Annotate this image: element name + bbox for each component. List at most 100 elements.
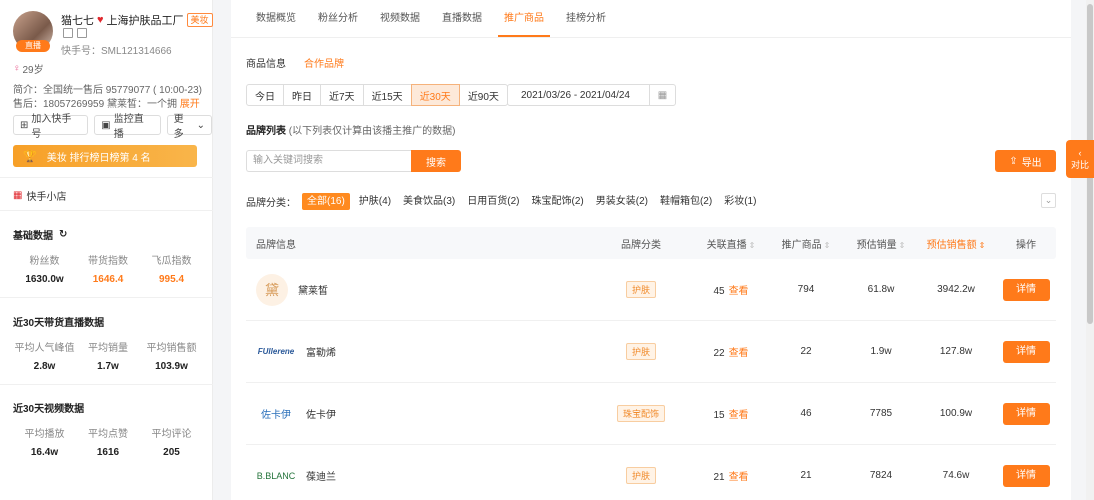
sort-icon: ⇕ <box>823 240 831 250</box>
detail-button[interactable]: 详情 <box>1002 402 1050 425</box>
view-link[interactable]: 查看 <box>729 410 749 421</box>
chevron-down-icon: ⌄ <box>196 119 206 131</box>
tab-live[interactable]: 直播数据 <box>432 0 492 37</box>
brand-cell: FUllerene 富勒烯 <box>246 336 586 368</box>
date-30d[interactable]: 近30天 <box>410 84 460 106</box>
stat-label: 带货指数 <box>88 256 128 267</box>
live30-title: 近30天带货直播数据 <box>13 318 105 329</box>
tab-video[interactable]: 视频数据 <box>370 0 430 37</box>
basic-stats: 粉丝数 1630.0w 带货指数 1646.4 飞瓜指数 995.4 <box>13 252 203 285</box>
more-label: 更多 <box>173 114 184 140</box>
stat-peak: 平均人气峰值 2.8w <box>13 339 76 372</box>
view-link[interactable]: 查看 <box>729 472 749 483</box>
col-live[interactable]: 关联直播 ⇕ <box>696 236 766 251</box>
export-button[interactable]: ⇪ 导出 <box>995 150 1056 172</box>
view-link[interactable]: 查看 <box>729 286 749 297</box>
divider <box>0 384 213 385</box>
brand-name[interactable]: 葆迪兰 <box>306 468 336 483</box>
live-cell: 21 查看 <box>696 468 766 483</box>
rank-bar[interactable]: 🏆 美妆 排行榜日榜第 4 名 <box>13 145 197 167</box>
products-cell: 46 <box>800 408 812 419</box>
live-cell: 15 查看 <box>696 406 766 421</box>
monitor-live-button[interactable]: ▣ 监控直播 <box>94 114 161 140</box>
shop-link[interactable]: ▦ 快手小店 <box>13 188 66 203</box>
table-header: 品牌信息 品牌分类 关联直播 ⇕ 推广商品 ⇕ 预估销量 ⇕ 预估销售额 ⇕ 操作 <box>246 227 1056 259</box>
date-range-picker[interactable]: 2021/03/26 - 2021/04/24 ▦ <box>507 84 676 106</box>
sort-icon: ⇕ <box>978 240 986 250</box>
col-products[interactable]: 推广商品 ⇕ <box>766 236 846 251</box>
category-jewelry[interactable]: 珠宝配饰(2) <box>529 193 587 210</box>
profile-panel: 直播 猫七七 ♥ 上海护肤品工厂 美妆 快手号：SML121314666 ♀ 2… <box>0 0 213 500</box>
tab-overview[interactable]: 数据概览 <box>246 0 306 37</box>
col-sales[interactable]: 预估销量 ⇕ <box>846 236 916 251</box>
brand-name[interactable]: 富勒烯 <box>306 344 336 359</box>
stat-avg-like: 平均点赞 1616 <box>77 425 140 458</box>
category-shoes[interactable]: 鞋帽箱包(2) <box>657 193 715 210</box>
copy-icon[interactable] <box>77 28 87 38</box>
live-count: 45 <box>713 286 725 297</box>
stat-label: 粉丝数 <box>29 256 60 267</box>
sort-icon: ⇕ <box>748 240 756 250</box>
amount-cell: 127.8w <box>939 346 973 357</box>
date-yesterday[interactable]: 昨日 <box>283 84 321 106</box>
expand-label: 展开 <box>179 99 200 110</box>
detail-button[interactable]: 详情 <box>1002 464 1050 487</box>
monitor-icon: ▣ <box>101 119 111 131</box>
profile-aftersale: 售后：18057269959 黛莱皙：一个拥 展开 ⌄ <box>13 95 203 110</box>
stat-label: 飞瓜指数 <box>151 256 192 267</box>
profile-shop-name: 上海护肤品工厂 <box>106 15 184 27</box>
col-brand: 品牌信息 <box>256 239 296 251</box>
brand-logo: FUllerene <box>257 347 295 356</box>
category-all[interactable]: 全部(16) <box>302 193 350 210</box>
expand-link[interactable]: 展开 ⌄ <box>180 99 203 110</box>
refresh-icon[interactable]: ↻ <box>59 229 67 240</box>
subtab-product-info[interactable]: 商品信息 <box>246 55 286 70</box>
category-daily[interactable]: 日用百货(2) <box>464 193 522 210</box>
detail-button[interactable]: 详情 <box>1002 340 1050 363</box>
tab-rank[interactable]: 挂榜分析 <box>556 0 616 37</box>
category-food[interactable]: 美食饮品(3) <box>400 193 458 210</box>
stat-value: 1616 <box>96 447 120 458</box>
amount-cell: 74.6w <box>942 470 970 481</box>
col-products-label: 推广商品 <box>781 239 822 251</box>
subtab-brands[interactable]: 合作品牌 <box>304 55 344 70</box>
category-makeup[interactable]: 彩妆(1) <box>721 193 759 210</box>
table-row: FUllerene 富勒烯 护肤 22 查看 22 1.9w 127.8w 详情 <box>246 321 1056 383</box>
sales-cell: 1.9w <box>870 346 892 357</box>
more-button[interactable]: 更多 ⌄ <box>166 114 213 140</box>
stat-label: 平均人气峰值 <box>14 343 75 354</box>
live-cell: 45 查看 <box>696 282 766 297</box>
divider <box>0 297 213 298</box>
view-link[interactable]: 查看 <box>729 348 749 359</box>
brand-cell: 黛黛莱皙 <box>246 273 586 306</box>
category-skincare[interactable]: 护肤(4) <box>356 193 394 210</box>
qrcode-icon[interactable] <box>63 28 73 38</box>
detail-button[interactable]: 详情 <box>1002 278 1050 301</box>
export-label: 导出 <box>1021 157 1042 169</box>
date-15d[interactable]: 近15天 <box>362 84 412 106</box>
chevron-down-icon[interactable]: ⌄ <box>1041 193 1056 208</box>
tab-products[interactable]: 推广商品 <box>494 0 554 37</box>
tab-fans[interactable]: 粉丝分析 <box>308 0 368 37</box>
search-button[interactable]: 搜索 <box>411 150 461 172</box>
sub-tabs: 商品信息 合作品牌 <box>246 55 344 70</box>
date-90d[interactable]: 近90天 <box>458 84 508 106</box>
brand-name[interactable]: 佐卡伊 <box>306 406 336 421</box>
amount-cell: 100.9w <box>939 408 973 419</box>
search-input[interactable]: 输入关键词搜索 <box>246 150 411 172</box>
plus-square-icon: ⊞ <box>20 119 29 131</box>
date-today[interactable]: 今日 <box>246 84 284 106</box>
live30-stats: 平均人气峰值 2.8w 平均销量 1.7w 平均销售额 103.9w <box>13 339 203 372</box>
brand-name[interactable]: 黛莱皙 <box>298 282 328 297</box>
add-ks-button[interactable]: ⊞ 加入快手号 <box>13 114 89 140</box>
age-text: 29岁 <box>22 65 44 76</box>
date-7d[interactable]: 近7天 <box>320 84 364 106</box>
compare-side-tab[interactable]: ‹ 对比 <box>1066 140 1094 178</box>
heart-icon: ♥ <box>97 14 104 26</box>
category-cell: 护肤 <box>586 343 696 360</box>
category-clothing[interactable]: 男装女装(2) <box>593 193 651 210</box>
video30-title: 近30天视频数据 <box>13 404 85 415</box>
profile-icons <box>63 28 87 38</box>
brand-cell: 佐卡伊 佐卡伊 <box>246 398 586 430</box>
col-amount[interactable]: 预估销售额 ⇕ <box>916 236 996 251</box>
